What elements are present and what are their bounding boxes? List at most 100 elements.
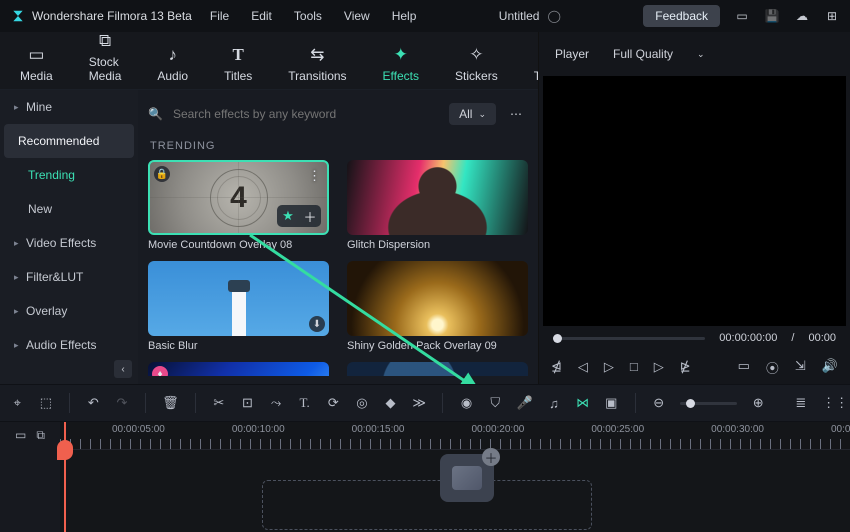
effect-thumb[interactable] [347, 160, 528, 235]
sidebar-item-new[interactable]: New [0, 192, 138, 226]
zoom-out-button[interactable]: ⊖ [651, 395, 666, 411]
audio-mix-button[interactable]: ♫ [547, 396, 562, 411]
split-button[interactable]: ✂ [211, 395, 226, 411]
volume-button[interactable]: 🔊 [822, 358, 838, 377]
effect-card[interactable]: 🔒 ⋮ 4 ★ ＋ Movie Countdown Overlay 08 [148, 160, 329, 251]
timeline-area[interactable]: 00:00:05:0000:00:10:0000:00:15:0000:00:2… [60, 422, 850, 532]
tab-stickers[interactable]: ✧Stickers [455, 46, 498, 89]
render-button[interactable]: ▣ [604, 395, 619, 411]
timeline-list-icon[interactable]: ≣ [794, 395, 809, 411]
player-seekbar[interactable] [553, 337, 705, 340]
snapshot-button[interactable]: ⦿ [766, 358, 779, 377]
search-input[interactable] [171, 106, 441, 122]
apps-grid-icon[interactable]: ⊞ [824, 9, 840, 23]
player-panel: Player Full Quality ⌄ 00:00:00:00 / 00:0… [538, 32, 850, 384]
library-tabs: ▭Media ⧉Stock Media ♪Audio TTitles ⇆Tran… [0, 32, 538, 90]
keyframe-button[interactable]: ◆ [383, 395, 398, 411]
effect-card[interactable]: Shiny Golden Pack Overlay 09 [347, 261, 528, 352]
countdown-number: 4 [210, 169, 268, 227]
next-clip-button[interactable]: ⋭ [680, 359, 691, 375]
tab-label: Effects [383, 69, 419, 83]
link-tracks-icon[interactable]: ⧉ [36, 428, 45, 443]
voice-button[interactable]: 🎤 [517, 395, 533, 411]
marker-button[interactable]: ◉ [459, 395, 474, 411]
chevron-right-icon: ▸ [14, 238, 20, 249]
sidebar-item-overlay[interactable]: ▸Overlay [0, 294, 138, 328]
play-button[interactable]: ▷ [604, 359, 614, 375]
add-media-button[interactable]: ＋ [482, 448, 500, 466]
track-lock-icon[interactable]: ⛉ [488, 395, 503, 411]
filter-dropdown[interactable]: All ⌄ [449, 103, 496, 125]
sidebar-item-recommended[interactable]: Recommended [4, 124, 134, 158]
sidebar-collapse-button[interactable]: ‹ [114, 360, 132, 378]
timeline-ruler[interactable]: 00:00:05:0000:00:10:0000:00:15:0000:00:2… [60, 422, 850, 450]
download-icon[interactable]: ⬇ [309, 316, 325, 332]
more-options-button[interactable]: ⋯ [504, 102, 528, 126]
sidebar-item-trending[interactable]: Trending [0, 158, 138, 192]
tab-stock-media[interactable]: ⧉Stock Media [89, 32, 122, 89]
pointer-tool-icon[interactable]: ⌖ [10, 395, 25, 411]
tab-titles[interactable]: TTitles [224, 46, 252, 89]
rotate-button[interactable]: ⟳ [326, 395, 341, 411]
tab-effects[interactable]: ✦Effects [383, 46, 419, 89]
effect-card[interactable] [347, 362, 528, 376]
tab-audio[interactable]: ♪Audio [157, 46, 188, 89]
display-icon[interactable]: ▭ [734, 9, 750, 23]
markers-icon[interactable]: ⇲ [795, 358, 806, 377]
effect-card[interactable]: ⬇ Basic Blur [148, 261, 329, 352]
stop-button[interactable]: □ [630, 359, 638, 375]
sidebar-item-filter-lut[interactable]: ▸Filter&LUT [0, 260, 138, 294]
timeline-tracks[interactable]: ＋ [60, 450, 850, 532]
player-viewport[interactable] [543, 76, 846, 326]
effect-thumb[interactable]: 🔒 ⋮ 4 ★ ＋ [148, 160, 329, 235]
step-fwd-button[interactable]: ▷ [654, 359, 664, 375]
magnet-button[interactable]: ⋈ [575, 395, 590, 411]
sidebar-item-mine[interactable]: ▸Mine [0, 90, 138, 124]
menu-view[interactable]: View [344, 9, 370, 23]
crop-button[interactable]: ⊡ [240, 395, 255, 411]
speed-button[interactable]: ⤳ [269, 395, 284, 411]
chevron-right-icon: ▸ [14, 340, 20, 351]
menu-help[interactable]: Help [392, 9, 417, 23]
prev-clip-button[interactable]: ⋬ [551, 359, 562, 375]
feedback-button[interactable]: Feedback [643, 5, 720, 27]
chevron-down-icon: ⌄ [478, 109, 486, 120]
tab-media[interactable]: ▭Media [20, 46, 53, 89]
menu-edit[interactable]: Edit [251, 9, 272, 23]
sidebar-item-video-effects[interactable]: ▸Video Effects [0, 226, 138, 260]
favorite-button[interactable]: ★ [277, 205, 299, 227]
drop-media-placeholder[interactable]: ＋ [440, 454, 494, 502]
undo-button[interactable]: ↶ [86, 395, 101, 411]
save-icon[interactable]: 💾 [764, 9, 780, 23]
empty-clip-slot[interactable] [262, 480, 592, 530]
delete-button[interactable]: 🗑 [162, 395, 179, 411]
timeline-settings-icon[interactable]: ⋮⋮ [822, 395, 840, 411]
effect-thumb[interactable]: ⬇ [148, 261, 329, 336]
card-menu-icon[interactable]: ⋮ [308, 168, 321, 184]
redo-button[interactable]: ↷ [115, 395, 130, 411]
zoom-slider[interactable] [680, 402, 737, 405]
quality-dropdown[interactable]: Full Quality ⌄ [613, 47, 705, 61]
document-title[interactable]: Untitled [499, 9, 540, 23]
cloud-icon[interactable]: ☁ [794, 9, 810, 23]
effect-card[interactable]: Glitch Dispersion [347, 160, 528, 251]
premium-icon: ♦ [152, 366, 168, 376]
text-button[interactable]: T. [297, 395, 312, 411]
menu-tools[interactable]: Tools [294, 9, 322, 23]
effect-card[interactable]: ♦ [148, 362, 329, 376]
compare-icon[interactable]: ▭ [738, 358, 750, 377]
track-view-icon[interactable]: ▭ [15, 428, 26, 443]
menu-file[interactable]: File [210, 9, 229, 23]
select-tool-icon[interactable]: ⬚ [39, 395, 54, 411]
color-button[interactable]: ◎ [355, 395, 370, 411]
add-button[interactable]: ＋ [299, 205, 321, 227]
unsaved-indicator-icon: ◯ [547, 9, 560, 23]
effect-thumb[interactable] [347, 362, 528, 376]
tab-transitions[interactable]: ⇆Transitions [288, 46, 346, 89]
zoom-in-button[interactable]: ⊕ [751, 395, 766, 411]
step-back-button[interactable]: ◁ [578, 359, 588, 375]
effect-thumb[interactable] [347, 261, 528, 336]
sidebar-item-audio-effects[interactable]: ▸Audio Effects [0, 328, 138, 362]
more-tools-button[interactable]: ≫ [412, 395, 427, 411]
effect-thumb[interactable]: ♦ [148, 362, 329, 376]
